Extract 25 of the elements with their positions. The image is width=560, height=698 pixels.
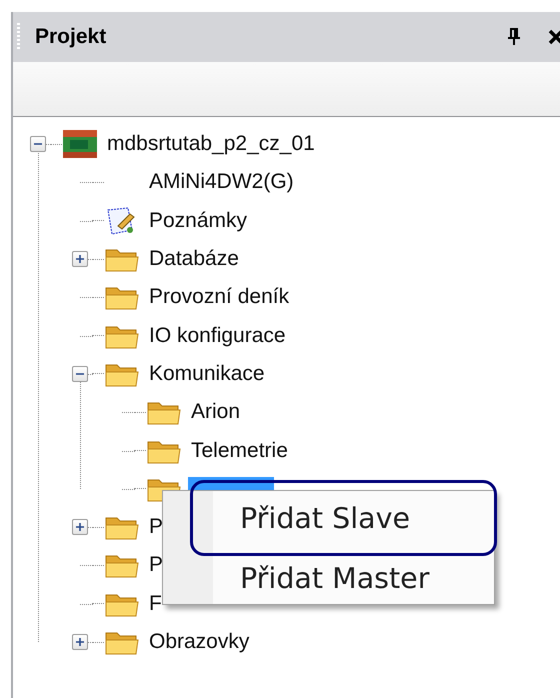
collapse-icon[interactable] bbox=[72, 366, 88, 382]
menu-item[interactable]: Přidat Slave bbox=[190, 480, 497, 556]
tree-item[interactable]: Arion bbox=[188, 399, 244, 426]
tree-item[interactable]: F bbox=[146, 590, 165, 617]
pin-icon[interactable] bbox=[507, 28, 521, 46]
tree-item[interactable]: Komunikace bbox=[146, 360, 268, 387]
tree-item[interactable]: P bbox=[146, 514, 166, 540]
grip-icon bbox=[17, 23, 21, 51]
tree-item[interactable]: mdbsrtutab_p2_cz_01 bbox=[104, 131, 318, 158]
collapse-icon[interactable] bbox=[30, 136, 46, 152]
tree-item[interactable]: Poznámky bbox=[146, 208, 250, 234]
panel-title: Projekt bbox=[35, 25, 108, 49]
menu-item[interactable]: Přidat Master bbox=[190, 556, 497, 601]
tree-item[interactable]: P bbox=[146, 552, 166, 578]
tree-item[interactable]: Telemetrie bbox=[188, 438, 291, 464]
expand-icon[interactable] bbox=[72, 519, 88, 536]
circuit-board-icon bbox=[62, 129, 98, 160]
tree-item[interactable]: Obrazovky bbox=[146, 629, 252, 655]
expand-icon[interactable] bbox=[72, 251, 88, 268]
close-icon[interactable] bbox=[548, 29, 560, 45]
tree-item[interactable]: AMiNi4DW2(G) bbox=[146, 169, 297, 196]
tree-item[interactable]: Provozní deník bbox=[146, 284, 292, 310]
tree-item[interactable]: IO konfigurace bbox=[146, 322, 289, 349]
tree-item[interactable]: Databáze bbox=[146, 246, 242, 272]
expand-icon[interactable] bbox=[72, 634, 88, 650]
